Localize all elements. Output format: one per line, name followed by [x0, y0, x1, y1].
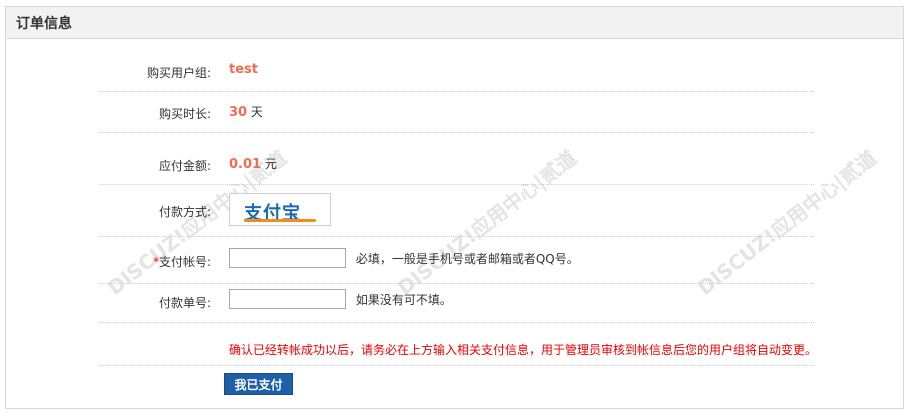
- row-pay-account: *支付帐号: 必填，一般是手机号或者邮箱或者QQ号。: [99, 237, 814, 284]
- group-label: 购买用户组:: [146, 66, 211, 80]
- row-amount: 应付金额: 0.01 元: [99, 133, 814, 185]
- account-hint: 必填，一般是手机号或者邮箱或者QQ号。: [355, 251, 579, 266]
- row-duration: 购买时长: 30 天: [99, 92, 814, 133]
- txn-label: 付款单号:: [158, 296, 211, 310]
- alipay-logo[interactable]: 支付宝: [229, 193, 331, 226]
- row-user-group: 购买用户组: test: [99, 53, 814, 92]
- row-transaction-no: 付款单号: 如果没有可不填。: [99, 284, 814, 323]
- panel-header: 订单信息: [6, 7, 903, 39]
- group-value: test: [229, 62, 258, 77]
- duration-unit: 天: [250, 105, 263, 119]
- pay-account-input[interactable]: [229, 248, 346, 268]
- amount-label: 应付金额:: [158, 159, 211, 173]
- transaction-number-input[interactable]: [229, 289, 346, 309]
- row-payment-method: 付款方式: 支付宝: [99, 185, 814, 237]
- method-label: 付款方式:: [158, 205, 211, 219]
- txn-hint: 如果没有可不填。: [355, 292, 452, 307]
- row-notice: 确认已经转帐成功以后，请务必在上方输入相关支付信息，用于管理员审核到帐信息后您的…: [99, 323, 818, 366]
- duration-value: 30: [229, 105, 248, 120]
- amount-unit: 元: [264, 157, 277, 171]
- paid-submit-button[interactable]: 我已支付: [224, 373, 293, 395]
- order-info-panel: 订单信息 DISCUZ!应用中心|贰道 DISCUZ!应用中心|贰道 DISCU…: [5, 6, 904, 409]
- notice-text: 确认已经转帐成功以后，请务必在上方输入相关支付信息，用于管理员审核到帐信息后您的…: [229, 343, 818, 357]
- amount-value: 0.01: [229, 157, 262, 172]
- panel-title: 订单信息: [16, 15, 72, 32]
- account-label: 支付帐号:: [158, 255, 211, 269]
- alipay-swoosh: [244, 219, 316, 222]
- duration-label: 购买时长:: [158, 107, 211, 121]
